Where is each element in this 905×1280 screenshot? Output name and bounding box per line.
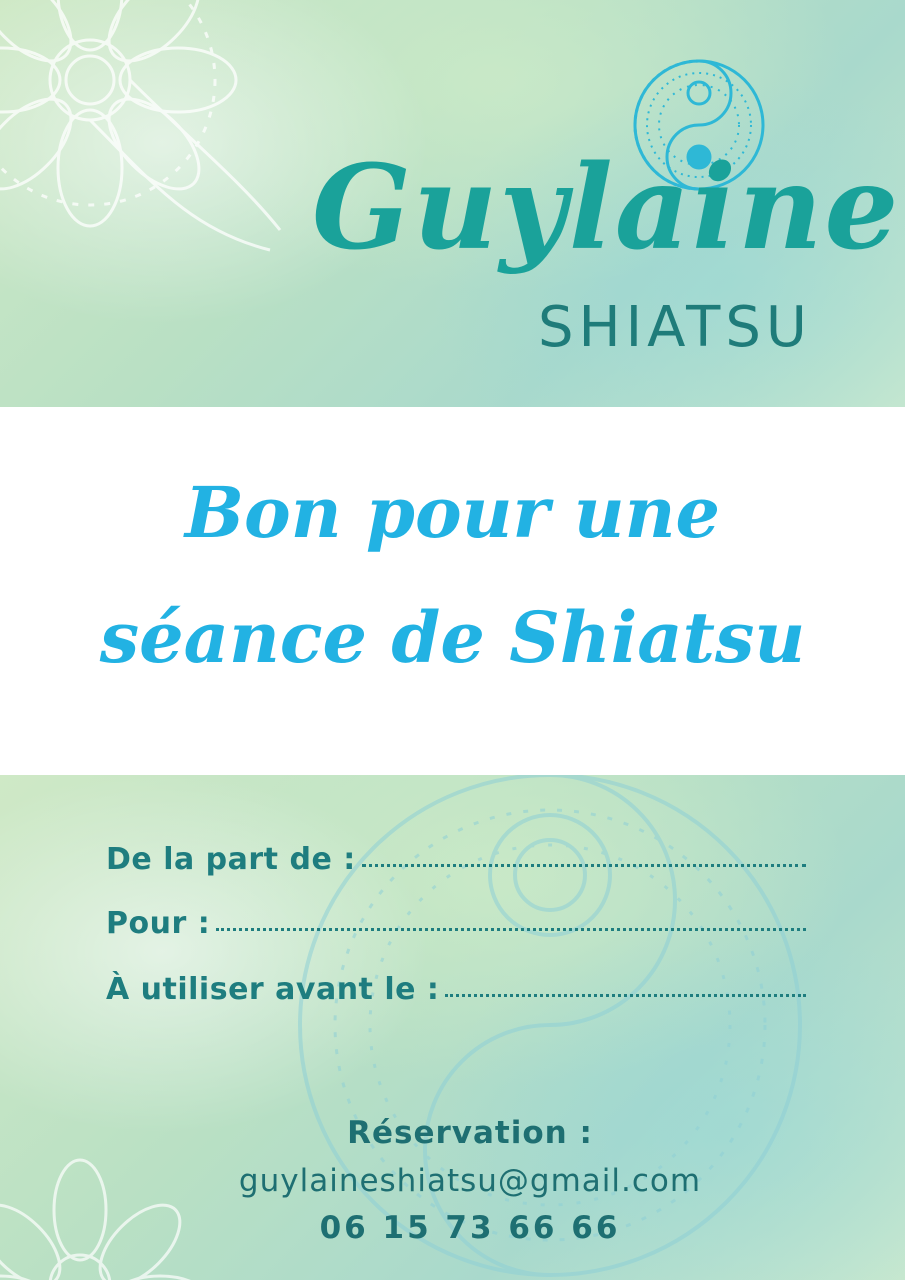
- mandala-flower-icon: [0, 0, 282, 252]
- reservation-email: guylaineshiatsu@gmail.com: [238, 1163, 702, 1199]
- for-field: Pour :: [106, 906, 806, 941]
- voucher-title-line-2: séance de Shiatsu: [99, 596, 806, 679]
- for-label: Pour :: [106, 906, 211, 941]
- expiry-dotted-line: [445, 994, 806, 997]
- reservation-label: Réservation :: [347, 1115, 593, 1151]
- expiry-label: À utiliser avant le :: [106, 972, 440, 1007]
- for-dotted-line: [216, 928, 806, 931]
- brand-name: Guylaine: [312, 140, 901, 276]
- reservation-phone: 06 15 73 66 66: [319, 1210, 621, 1246]
- voucher-title-line-1: Bon pour une: [184, 471, 721, 554]
- header-band: Guylaine SHIATSU: [0, 0, 905, 407]
- brand-subtitle: SHIATSU: [538, 295, 812, 360]
- from-dotted-line: [361, 864, 806, 867]
- expiry-field: À utiliser avant le :: [106, 972, 806, 1007]
- from-field: De la part de :: [106, 842, 806, 877]
- from-label: De la part de :: [106, 842, 356, 877]
